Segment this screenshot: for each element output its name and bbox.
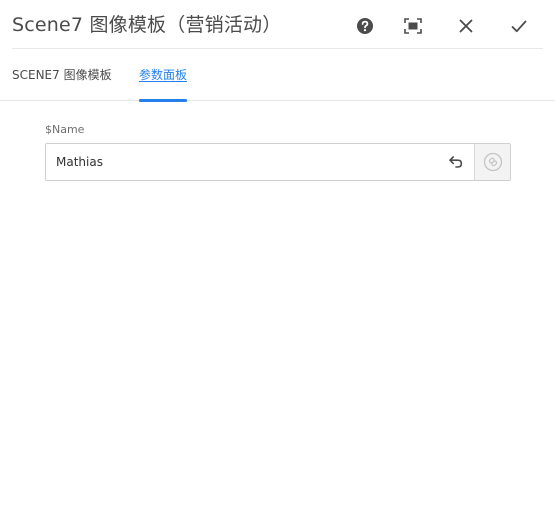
- tab-parameter-panel[interactable]: 参数面板: [139, 67, 188, 102]
- name-field: [45, 143, 511, 181]
- revert-button[interactable]: [438, 144, 474, 180]
- done-button[interactable]: [505, 12, 533, 40]
- scene7-template-dialog: Scene7 图像模板（营销活动） SCENE7 图像模板 参数面板 $Name…: [0, 0, 555, 527]
- link-button[interactable]: [474, 144, 510, 180]
- tab-bar: SCENE7 图像模板 参数面板: [0, 50, 555, 102]
- link-icon: [483, 152, 502, 172]
- dialog-title: Scene7 图像模板（营销活动）: [12, 14, 282, 36]
- help-icon: [357, 18, 373, 34]
- name-field-label: $Name: [45, 123, 85, 136]
- dialog-header: Scene7 图像模板（营销活动）: [12, 0, 543, 49]
- name-input[interactable]: [46, 144, 438, 180]
- fullscreen-icon: [404, 18, 422, 34]
- fullscreen-button[interactable]: [399, 12, 427, 40]
- help-button[interactable]: [351, 12, 379, 40]
- undo-icon: [449, 156, 463, 168]
- tab-scene7-image-template[interactable]: SCENE7 图像模板: [12, 67, 112, 101]
- close-icon: [459, 19, 473, 33]
- close-button[interactable]: [452, 12, 480, 40]
- checkmark-icon: [511, 20, 527, 32]
